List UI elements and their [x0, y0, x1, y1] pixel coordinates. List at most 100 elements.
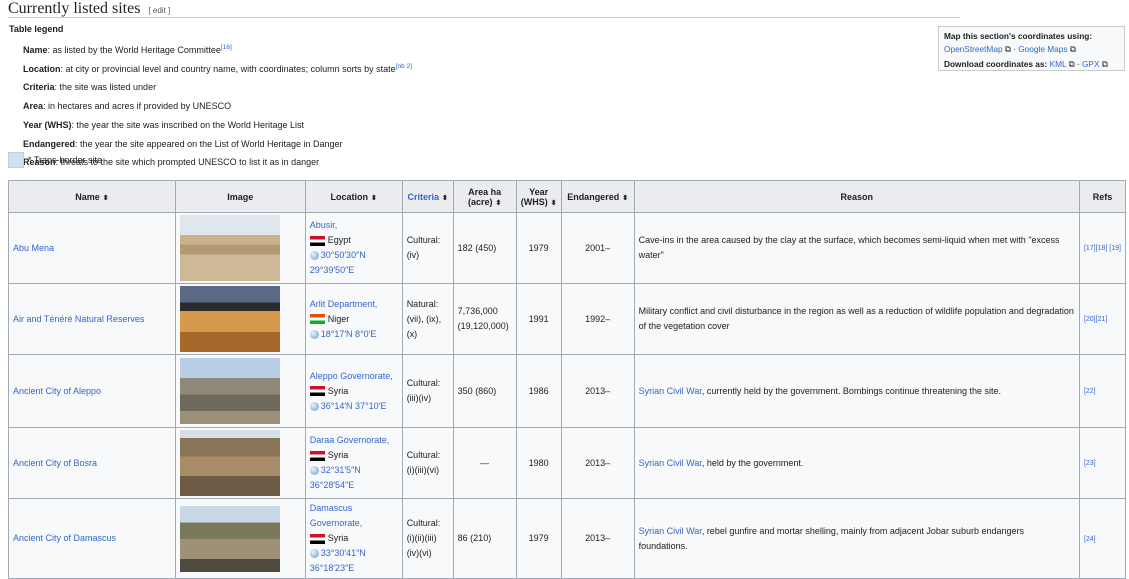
gpx-link[interactable]: GPX: [1082, 59, 1100, 69]
sort-icon[interactable]: ⬍: [371, 195, 377, 202]
place-link[interactable]: Damascus Governorate,: [310, 503, 363, 528]
site-image[interactable]: [179, 358, 280, 424]
place-link[interactable]: Abusir,: [310, 220, 338, 230]
reference-links[interactable]: [23]: [1084, 460, 1096, 467]
globe-icon[interactable]: [309, 401, 319, 411]
table-row: Abu Mena Abusir, Egypt 30°50′30″N 29°39′50″…: [8, 212, 1127, 284]
country-link[interactable]: Syria: [328, 450, 349, 460]
globe-icon[interactable]: [309, 549, 319, 559]
endangered: 1992–: [560, 283, 635, 355]
criteria: Cultural: (i)(iii)(vi): [401, 427, 454, 499]
area: —: [452, 427, 517, 499]
flag-icon: [309, 386, 325, 397]
place-link[interactable]: Arlit Department,: [310, 299, 378, 309]
site-name-link[interactable]: Ancient City of Damascus: [13, 533, 116, 543]
reference-link[interactable]: [16]: [221, 44, 232, 51]
year: 1986: [515, 354, 562, 428]
coordinates-link[interactable]: 32°31′5″N: [321, 465, 361, 475]
column-header[interactable]: Area ha (acre) ⬍: [452, 180, 517, 213]
coordinates-link[interactable]: 30°50′30″N: [321, 250, 366, 260]
area: 86 (210): [452, 498, 517, 579]
legend-title: Table legend: [9, 24, 64, 34]
reason: Syrian Civil War, held by the government…: [633, 427, 1080, 499]
edit-link[interactable]: [ edit ]: [148, 6, 170, 15]
coordinates-link[interactable]: 36°28′54″E: [310, 480, 355, 490]
legend-item: Name: as listed by the World Heritage Co…: [23, 44, 232, 55]
reference-links[interactable]: [24]: [1084, 536, 1096, 543]
legend-item: Endangered: the year the site appeared o…: [23, 138, 343, 149]
year: 1980: [515, 427, 562, 499]
site-image[interactable]: [179, 215, 280, 281]
legend-item: Location: at city or provincial level an…: [23, 62, 412, 74]
coordinates-link[interactable]: 29°39′50″E: [310, 265, 355, 275]
site-name-link[interactable]: Abu Mena: [13, 243, 54, 253]
sort-icon[interactable]: ⬍: [495, 200, 501, 207]
year: 1979: [515, 212, 562, 284]
criteria: Cultural: (i)(ii)(iii) (iv)(vi): [401, 498, 454, 579]
legend-item: Criteria: the site was listed under: [23, 82, 157, 93]
transborder-swatch: [8, 152, 24, 168]
reason: Cave-ins in the area caused by the clay …: [633, 212, 1080, 284]
sort-icon[interactable]: ⬍: [622, 195, 628, 202]
endangered: 2013–: [560, 498, 635, 579]
coordinates-link[interactable]: 18°17′N 8°0′E: [321, 329, 377, 339]
coordinates-link[interactable]: 33°30′41″N: [321, 548, 366, 558]
country-link[interactable]: Syria: [328, 533, 349, 543]
globe-icon[interactable]: [309, 251, 319, 261]
country-link[interactable]: Syria: [328, 386, 349, 396]
transborder-key: * Trans-border site: [8, 152, 102, 168]
sort-icon[interactable]: ⬍: [551, 200, 557, 207]
site-image[interactable]: [179, 430, 280, 496]
divider: [8, 17, 960, 18]
legend-item: Area: in hectares and acres if provided …: [23, 101, 232, 112]
column-header: Refs: [1078, 180, 1127, 213]
criteria: Natural: (vii), (ix), (x): [401, 283, 454, 355]
country-link[interactable]: Niger: [328, 314, 350, 324]
reason: Syrian Civil War, rebel gunfire and mort…: [633, 498, 1080, 579]
flag-icon: [309, 450, 325, 461]
legend-item: Year (WHS): the year the site was inscri…: [23, 119, 304, 130]
table-row: Ancient City of Damascus Damascus Govern…: [8, 498, 1127, 579]
column-header[interactable]: Criteria ⬍: [401, 180, 454, 213]
coordinates-link[interactable]: 36°14′N 37°10′E: [321, 401, 387, 411]
endangered: 2001–: [560, 212, 635, 284]
table-row: Air and Ténéré Natural Reserves Arlit De…: [8, 283, 1127, 355]
year: 1979: [515, 498, 562, 579]
sort-icon[interactable]: ⬍: [442, 195, 448, 202]
reference-links[interactable]: [17][18] [19]: [1084, 245, 1121, 252]
flag-icon: [309, 533, 325, 544]
site-name-link[interactable]: Ancient City of Aleppo: [13, 386, 101, 396]
google-maps-link[interactable]: Google Maps: [1018, 44, 1067, 54]
reference-links[interactable]: [22]: [1084, 388, 1096, 395]
place-link[interactable]: Daraa Governorate,: [310, 435, 390, 445]
coordinates-link[interactable]: 36°18′23″E: [310, 563, 355, 573]
openstreetmap-link[interactable]: OpenStreetMap: [944, 44, 1003, 54]
reason-link[interactable]: Syrian Civil War: [639, 386, 702, 396]
globe-icon[interactable]: [309, 329, 319, 339]
site-name-link[interactable]: Air and Ténéré Natural Reserves: [13, 314, 144, 324]
column-header[interactable]: Name ⬍: [8, 180, 176, 213]
flag-icon: [309, 314, 325, 325]
sort-icon[interactable]: ⬍: [103, 195, 109, 202]
reference-link[interactable]: [nb 2]: [396, 63, 412, 70]
column-header[interactable]: Location ⬍: [304, 180, 403, 213]
site-image[interactable]: [179, 505, 280, 572]
reference-links[interactable]: [20][21]: [1084, 316, 1107, 323]
endangered: 2013–: [560, 427, 635, 499]
criteria: Cultural: (iv): [401, 212, 454, 284]
column-header[interactable]: Endangered ⬍: [560, 180, 635, 213]
globe-icon[interactable]: [309, 466, 319, 476]
column-header[interactable]: Year (WHS) ⬍: [515, 180, 562, 213]
endangered: 2013–: [560, 354, 635, 428]
site-name-link[interactable]: Ancient City of Bosra: [13, 458, 97, 468]
column-header: Reason: [633, 180, 1080, 213]
flag-icon: [309, 235, 325, 246]
area: 182 (450): [452, 212, 517, 284]
reason-link[interactable]: Syrian Civil War: [639, 526, 702, 536]
place-link[interactable]: Aleppo Governorate,: [310, 371, 393, 381]
reason-link[interactable]: Syrian Civil War: [639, 458, 702, 468]
kml-link[interactable]: KML: [1050, 59, 1067, 69]
site-image[interactable]: [179, 286, 280, 352]
column-header: Image: [174, 180, 306, 213]
country-link[interactable]: Egypt: [328, 235, 351, 245]
